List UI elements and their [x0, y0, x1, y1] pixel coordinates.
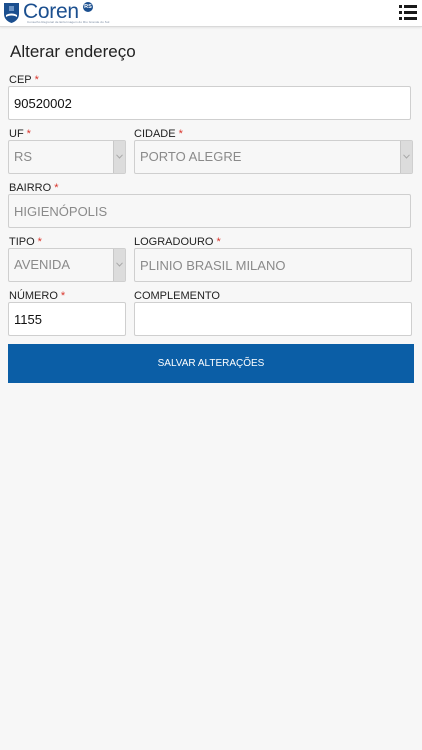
- cidade-label: CIDADE *: [134, 128, 183, 140]
- numero-input[interactable]: [9, 303, 125, 335]
- tipo-label-text: TIPO: [9, 236, 35, 248]
- cidade-label-text: CIDADE: [134, 128, 176, 140]
- complemento-label-text: COMPLEMENTO: [134, 290, 220, 302]
- required-mark: *: [178, 128, 183, 140]
- cep-label-text: CEP: [9, 74, 32, 86]
- required-mark: *: [26, 128, 31, 140]
- chevron-down-icon: [116, 262, 123, 267]
- tipo-select[interactable]: AVENIDA: [8, 248, 126, 282]
- bairro-label: BAIRRO *: [9, 182, 58, 194]
- uf-dropdown[interactable]: [113, 141, 125, 173]
- top-bar: Coren RS Conselho Regional de Enfermagem…: [0, 0, 422, 27]
- chevron-down-icon: [116, 154, 123, 159]
- bairro-field[interactable]: [8, 194, 411, 228]
- list-menu-icon[interactable]: [399, 5, 417, 20]
- complemento-input[interactable]: [135, 303, 411, 335]
- numero-label: NÚMERO *: [9, 290, 65, 302]
- save-button[interactable]: SALVAR ALTERAÇÕES: [8, 344, 414, 383]
- cidade-select[interactable]: PORTO ALEGRE: [134, 140, 413, 174]
- required-mark: *: [60, 290, 66, 302]
- numero-field[interactable]: [8, 302, 126, 336]
- required-mark: *: [34, 74, 39, 86]
- complemento-field[interactable]: [134, 302, 412, 336]
- cidade-dropdown[interactable]: [400, 141, 412, 173]
- bairro-input[interactable]: [9, 195, 410, 227]
- brand-badge: RS: [83, 2, 93, 12]
- cep-input[interactable]: [9, 87, 410, 119]
- uf-label: UF *: [9, 128, 31, 140]
- numero-label-text: NÚMERO: [9, 290, 58, 302]
- logradouro-label-text: LOGRADOURO: [134, 236, 214, 248]
- coren-logo[interactable]: Coren RS Conselho Regional de Enfermagem…: [3, 1, 109, 25]
- page-title: Alterar endereço: [10, 42, 136, 61]
- cep-label: CEP *: [9, 74, 39, 86]
- logradouro-label: LOGRADOURO *: [134, 236, 221, 248]
- logradouro-input[interactable]: [135, 249, 411, 281]
- required-mark: *: [216, 236, 221, 248]
- required-mark: *: [54, 182, 59, 194]
- cidade-value: PORTO ALEGRE: [140, 149, 242, 164]
- uf-value: RS: [14, 149, 33, 164]
- bairro-label-text: BAIRRO: [9, 182, 52, 194]
- complemento-label: COMPLEMENTO: [134, 290, 220, 302]
- uf-select[interactable]: RS: [8, 140, 126, 174]
- brand-tagline: Conselho Regional de Enfermagem do Rio G…: [27, 20, 110, 24]
- chevron-down-icon: [403, 154, 410, 159]
- logradouro-field[interactable]: [134, 248, 412, 282]
- uf-label-text: UF: [9, 128, 24, 140]
- cep-field[interactable]: [8, 86, 411, 120]
- shield-icon: [4, 3, 19, 23]
- required-mark: *: [37, 236, 42, 248]
- tipo-value: AVENIDA: [14, 257, 71, 272]
- tipo-dropdown[interactable]: [113, 249, 125, 281]
- tipo-label: TIPO *: [9, 236, 42, 248]
